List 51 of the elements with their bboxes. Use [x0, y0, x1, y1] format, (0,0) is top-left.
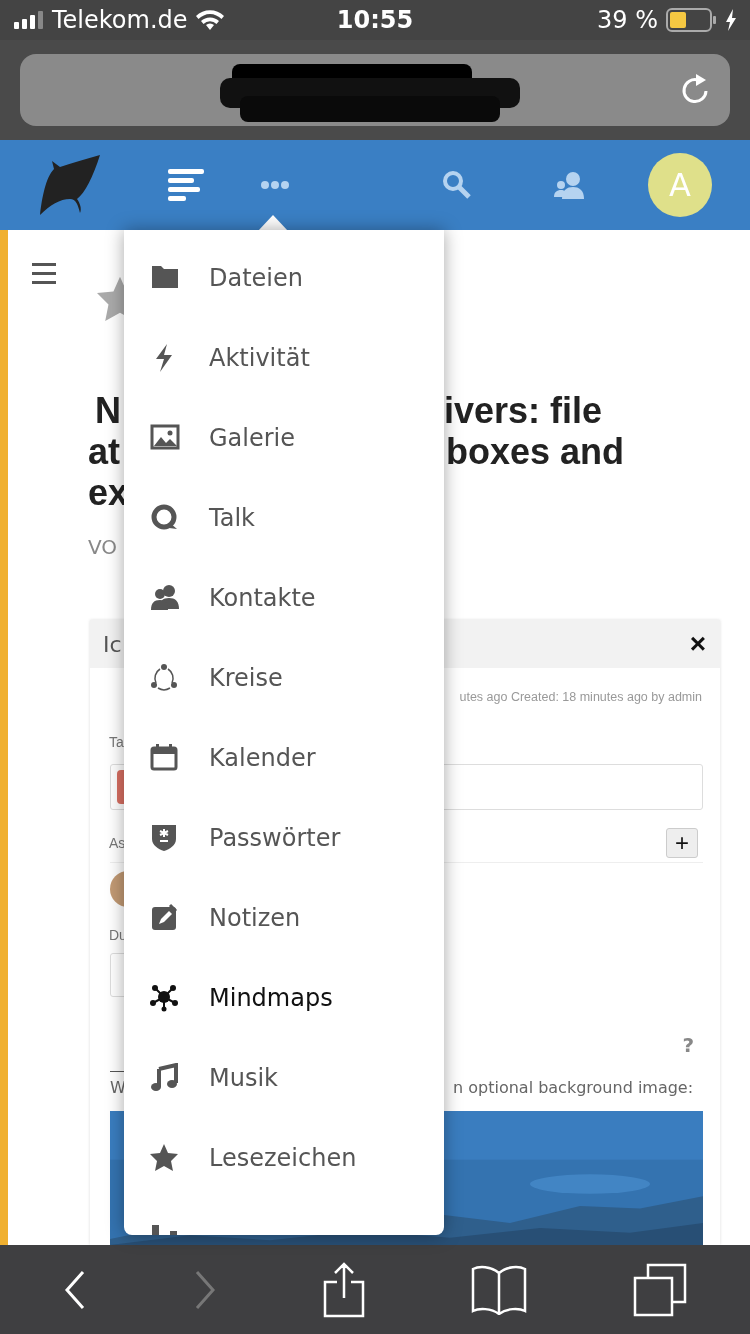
field-label: As — [109, 835, 126, 851]
forward-icon[interactable] — [193, 1269, 217, 1310]
heading-text: N — [95, 390, 121, 431]
description-text: n optional background image: — [453, 1078, 695, 1097]
signal-icon — [14, 11, 44, 29]
menu-item[interactable]: Dateien — [124, 238, 444, 318]
manta-ray-logo[interactable] — [38, 153, 102, 217]
battery-icon — [666, 8, 718, 32]
contacts-icon[interactable] — [554, 171, 584, 199]
more-icon[interactable] — [260, 180, 290, 190]
search-icon[interactable] — [442, 170, 472, 200]
charging-icon — [726, 9, 736, 31]
menu-icon[interactable] — [32, 263, 56, 285]
menu-item[interactable]: Notizen — [124, 878, 444, 958]
music-note-icon — [150, 1063, 180, 1093]
card-title: Ic — [103, 631, 122, 657]
add-button[interactable]: + — [666, 828, 698, 858]
menu-item[interactable]: Kontakte — [124, 558, 444, 638]
battery-percent: 39 % — [597, 6, 658, 34]
menu-item[interactable]: Passwörter — [124, 798, 444, 878]
menu-item[interactable]: Kalender — [124, 718, 444, 798]
menu-item[interactable]: Kreise — [124, 638, 444, 718]
author-text: VO — [88, 535, 119, 559]
heading-text: at — [88, 431, 120, 472]
bookmarks-icon[interactable] — [471, 1264, 527, 1315]
menu-item[interactable]: Aktivität — [124, 318, 444, 398]
heading-text: ivers: file — [444, 390, 603, 431]
timestamp-text: utes ago Created: 18 minutes ago by admin — [459, 690, 702, 704]
circle-nodes-icon — [150, 663, 180, 693]
close-button[interactable]: × — [689, 628, 706, 660]
clock-time: 10:55 — [336, 6, 414, 34]
image-icon — [150, 423, 180, 453]
tabs-icon[interactable] — [633, 1262, 687, 1317]
description-text: W — [110, 1078, 124, 1097]
calendar-icon — [150, 743, 180, 773]
menu-item[interactable]: Mindmaps — [124, 958, 444, 1038]
note-edit-icon — [150, 903, 180, 933]
star-icon — [150, 1143, 180, 1173]
lines-icon[interactable] — [168, 169, 204, 201]
menu-item[interactable]: Musik — [124, 1038, 444, 1118]
heading-text: boxes and — [446, 431, 625, 472]
back-icon[interactable] — [63, 1269, 87, 1310]
carrier-name: Telekom.de — [52, 6, 188, 34]
help-icon[interactable]: ? — [682, 1033, 694, 1057]
wifi-icon — [195, 10, 224, 30]
address-bar[interactable] — [20, 54, 730, 126]
field-label: Ta — [109, 734, 125, 750]
network-icon — [150, 983, 180, 1013]
menu-item[interactable]: Lesezeichen — [124, 1118, 444, 1198]
share-icon[interactable] — [323, 1261, 365, 1318]
people-icon — [150, 583, 180, 613]
